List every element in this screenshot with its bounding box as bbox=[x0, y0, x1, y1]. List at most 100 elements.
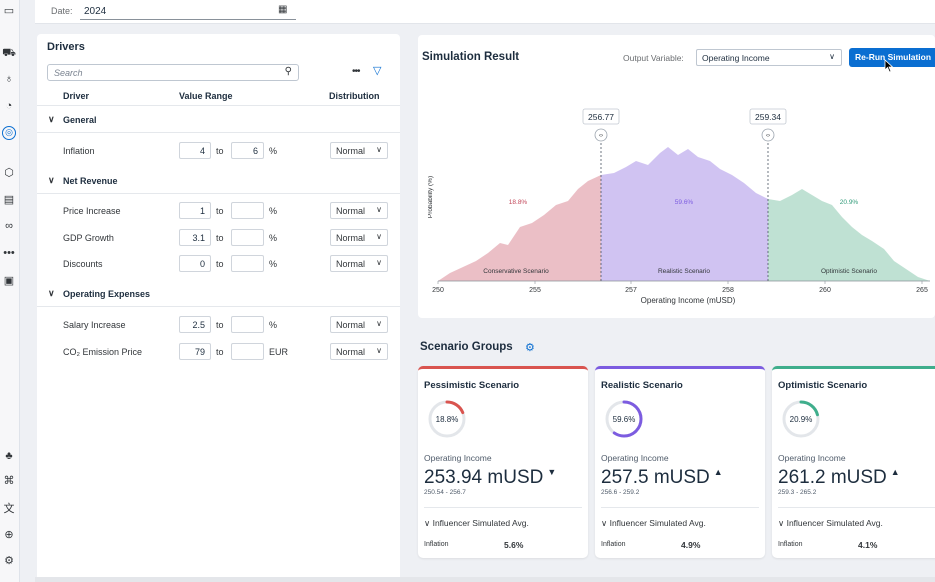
footer-bar bbox=[35, 577, 935, 582]
distribution-chart: ‹› 256.77 ‹› 259.34 18.8% Conservative Scenar… bbox=[427, 77, 935, 311]
threshold-label-1: 259.34 bbox=[755, 112, 781, 122]
range-to-input[interactable] bbox=[231, 229, 264, 246]
search-icon[interactable]: ⚲ bbox=[285, 66, 292, 77]
range-to-input[interactable] bbox=[231, 343, 264, 360]
distribution-value: Normal bbox=[336, 320, 366, 330]
chevron-down-icon[interactable]: ∨ bbox=[48, 288, 55, 299]
range-unit: % bbox=[269, 320, 278, 330]
driver-group-name: Net Revenue bbox=[63, 176, 118, 186]
bulb-icon[interactable]: ♁ bbox=[2, 72, 16, 86]
drag-handle-icon: ‹› bbox=[766, 133, 770, 139]
distribution-select[interactable]: Normal ∨ bbox=[330, 255, 388, 272]
influencer-value: 4.9% bbox=[681, 540, 701, 550]
metric-value-line: 257.5 mUSD ▲ bbox=[601, 467, 723, 489]
metric-value: 261.2 mUSD bbox=[778, 467, 887, 488]
driver-row: Discounts 0 to% Normal ∨ bbox=[37, 250, 400, 277]
range-from-input[interactable]: 2.5 bbox=[179, 316, 211, 333]
metric-value: 253.94 mUSD bbox=[424, 467, 544, 488]
metric-label: Operating Income bbox=[778, 453, 846, 463]
trend-down-icon: ▼ bbox=[547, 467, 557, 477]
side-navigation: ▭ ⛟ ♁ ◔ ◎ ⬡ ▤ ∞ ••• ▣ ♣ ⌘ ⽂ ⊕ ⚙ bbox=[0, 0, 20, 582]
scenario-title: Optimistic Scenario bbox=[778, 380, 868, 391]
driver-row: Salary Increase 2.5 to% Normal ∨ bbox=[37, 311, 400, 338]
scenario-card[interactable]: Realistic Scenario 59.6% Operating Income 2… bbox=[595, 366, 765, 558]
settings-icon[interactable]: ⚙ bbox=[2, 554, 16, 568]
range-to-label: to bbox=[216, 146, 224, 156]
driver-row: GDP Growth 3.1 to% Normal ∨ bbox=[37, 224, 400, 251]
driver-name: Discounts bbox=[63, 259, 103, 269]
scenario-card[interactable]: Optimistic Scenario 20.9% Operating Income… bbox=[772, 366, 935, 558]
region-area-0 bbox=[438, 175, 601, 281]
folder-icon[interactable]: ▭ bbox=[2, 4, 16, 18]
lock-icon[interactable]: ⊕ bbox=[2, 528, 16, 542]
range-to-input[interactable]: 6 bbox=[231, 142, 264, 159]
translate-icon[interactable]: ⽂ bbox=[2, 502, 16, 516]
scenario-card[interactable]: Pessimistic Scenario 18.8% Operating Incom… bbox=[418, 366, 588, 558]
range-from-input[interactable]: 3.1 bbox=[179, 229, 211, 246]
calendar-icon[interactable]: ▦ bbox=[278, 4, 287, 15]
driver-group-row[interactable]: ∨ Operating Expenses bbox=[37, 280, 400, 307]
influencer-label: Influencer Simulated Avg. bbox=[786, 518, 883, 528]
scenario-title: Realistic Scenario bbox=[601, 380, 683, 391]
distribution-value: Normal bbox=[336, 233, 366, 243]
influencer-name: Inflation bbox=[778, 541, 803, 548]
search-input[interactable]: Search ⚲ bbox=[47, 64, 299, 81]
date-bar: Date: 2024 ▦ bbox=[35, 0, 935, 24]
influencer-toggle[interactable]: ∨ Influencer Simulated Avg. bbox=[424, 518, 529, 529]
range-from-input[interactable]: 1 bbox=[179, 202, 211, 219]
range-unit: % bbox=[269, 146, 278, 156]
metric-range: 250.54 - 256.7 bbox=[424, 489, 466, 496]
output-variable-select[interactable]: Operating Income ∨ bbox=[696, 49, 842, 66]
hierarchy-icon[interactable]: ♣ bbox=[2, 449, 16, 463]
filter-icon[interactable]: ▽ bbox=[373, 64, 381, 77]
shapes-icon[interactable]: ◔ bbox=[2, 99, 16, 113]
x-tick-label: 260 bbox=[819, 287, 831, 294]
compass-icon[interactable]: ◎ bbox=[2, 126, 16, 140]
probability-percent: 20.9% bbox=[790, 415, 813, 424]
building-icon[interactable]: ▤ bbox=[2, 193, 16, 207]
map-icon[interactable]: ⌘ bbox=[2, 474, 16, 488]
date-input[interactable]: 2024 bbox=[80, 3, 296, 20]
column-value-range: Value Range bbox=[179, 91, 233, 101]
binoculars-icon[interactable]: ∞ bbox=[2, 219, 16, 233]
driver-group-name: Operating Expenses bbox=[63, 289, 151, 299]
range-from-input[interactable]: 0 bbox=[179, 255, 211, 272]
more-icon[interactable]: ••• bbox=[2, 246, 16, 260]
scenario-title: Pessimistic Scenario bbox=[424, 380, 520, 391]
range-to-label: to bbox=[216, 206, 224, 216]
chevron-down-icon[interactable]: ∨ bbox=[48, 114, 55, 125]
range-from-input[interactable]: 4 bbox=[179, 142, 211, 159]
distribution-select[interactable]: Normal ∨ bbox=[330, 343, 388, 360]
car-icon[interactable]: ⛟ bbox=[2, 46, 16, 60]
influencer-toggle[interactable]: ∨ Influencer Simulated Avg. bbox=[601, 518, 706, 529]
x-tick-label: 258 bbox=[722, 287, 734, 294]
more-options-icon[interactable]: ••• bbox=[352, 66, 360, 77]
chevron-down-icon: ∨ bbox=[376, 346, 382, 355]
distribution-select[interactable]: Normal ∨ bbox=[330, 229, 388, 246]
probability-ring: 18.8% bbox=[428, 400, 466, 438]
chevron-down-icon[interactable]: ∨ bbox=[48, 175, 55, 186]
driver-group-row[interactable]: ∨ General bbox=[37, 106, 400, 133]
distribution-select[interactable]: Normal ∨ bbox=[330, 316, 388, 333]
distribution-select[interactable]: Normal ∨ bbox=[330, 142, 388, 159]
settings-icon[interactable]: ⚙ bbox=[525, 341, 535, 354]
range-to-input[interactable] bbox=[231, 202, 264, 219]
x-tick-label: 250 bbox=[432, 287, 444, 294]
range-to-input[interactable] bbox=[231, 316, 264, 333]
distribution-select[interactable]: Normal ∨ bbox=[330, 202, 388, 219]
influencer-name: Inflation bbox=[601, 541, 626, 548]
drag-handle-icon: ‹› bbox=[599, 133, 603, 139]
driver-group-row[interactable]: ∨ Net Revenue bbox=[37, 167, 400, 194]
range-to-input[interactable] bbox=[231, 255, 264, 272]
trend-up-icon: ▲ bbox=[890, 467, 900, 477]
range-unit: % bbox=[269, 233, 278, 243]
range-from-input[interactable]: 79 bbox=[179, 343, 211, 360]
influencer-value: 5.6% bbox=[504, 540, 524, 550]
region-percent-label: 59.6% bbox=[675, 199, 694, 206]
metric-label: Operating Income bbox=[424, 453, 492, 463]
cube-icon[interactable]: ⬡ bbox=[2, 166, 16, 180]
influencer-toggle[interactable]: ∨ Influencer Simulated Avg. bbox=[778, 518, 883, 529]
chevron-down-icon: ∨ bbox=[601, 518, 610, 528]
driver-name: GDP Growth bbox=[63, 233, 114, 243]
calendar-icon[interactable]: ▣ bbox=[2, 274, 16, 288]
